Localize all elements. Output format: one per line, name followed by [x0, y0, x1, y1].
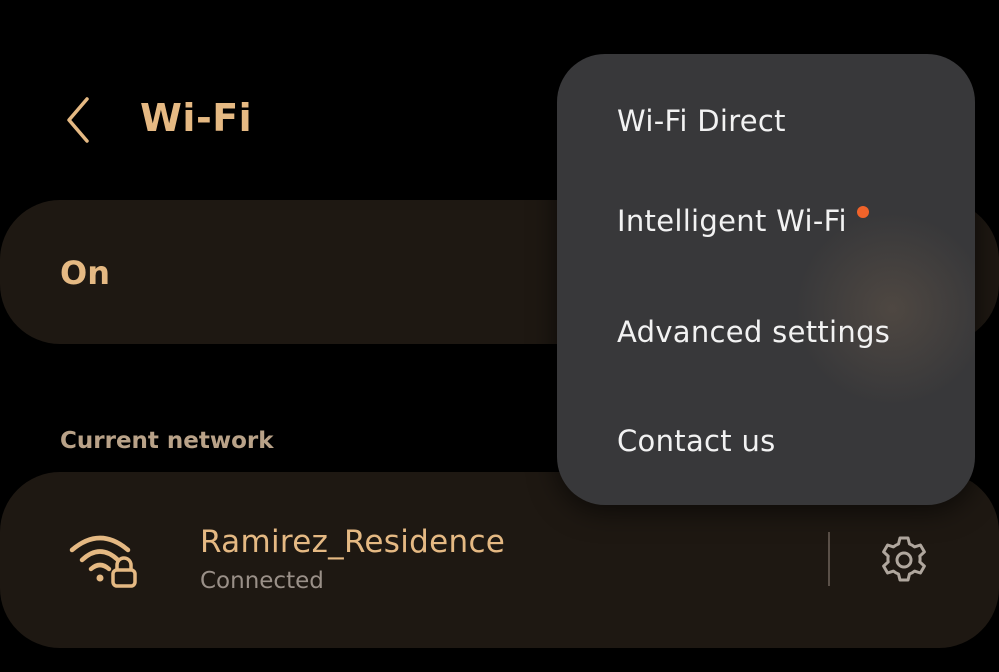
menu-item-label: Intelligent Wi-Fi	[617, 204, 847, 238]
wifi-toggle-label: On	[60, 254, 110, 292]
network-name: Ramirez_Residence	[200, 524, 506, 560]
chevron-left-icon	[67, 97, 89, 143]
menu-item-advanced-settings[interactable]: Advanced settings	[557, 282, 975, 382]
menu-item-wifi-direct[interactable]: Wi-Fi Direct	[557, 71, 975, 171]
back-button[interactable]	[52, 92, 104, 148]
new-badge-dot	[856, 206, 869, 218]
network-settings-button[interactable]	[874, 530, 934, 590]
page-title: Wi-Fi	[140, 96, 253, 140]
menu-item-label: Advanced settings	[617, 315, 891, 349]
current-network-heading: Current network	[60, 428, 274, 454]
menu-item-intelligent-wifi[interactable]: Intelligent Wi-Fi	[557, 171, 975, 271]
divider	[828, 532, 830, 586]
overflow-menu: Wi-Fi Direct Intelligent Wi-Fi Advanced …	[557, 54, 975, 505]
network-status: Connected	[200, 568, 324, 594]
menu-item-label: Contact us	[617, 424, 776, 458]
gear-icon	[882, 536, 926, 582]
menu-item-label: Wi-Fi Direct	[617, 104, 786, 138]
menu-item-contact-us[interactable]: Contact us	[557, 391, 975, 491]
wifi-lock-icon	[69, 535, 137, 588]
